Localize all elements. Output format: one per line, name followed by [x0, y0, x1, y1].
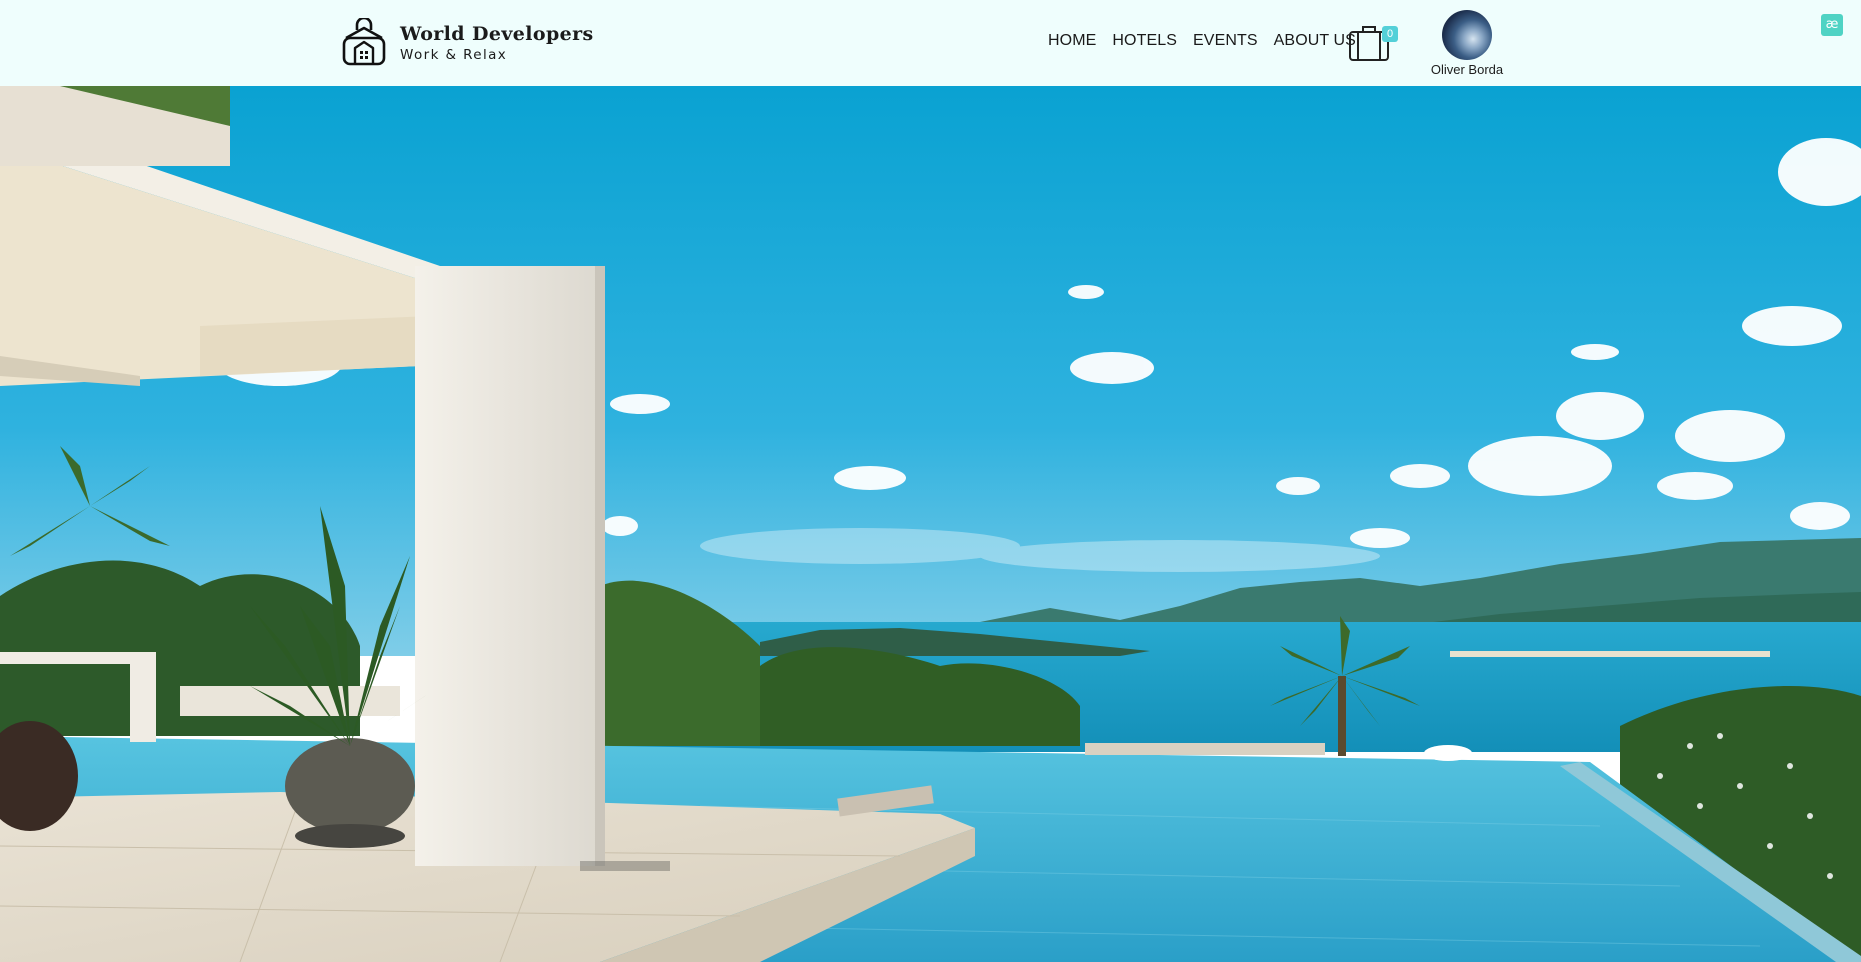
nav-hotels[interactable]: HOTELS [1112, 32, 1177, 50]
corner-logo[interactable]: æ [1821, 14, 1843, 36]
user-name: Oliver Borda [1430, 62, 1504, 77]
nav-home[interactable]: HOME [1048, 32, 1096, 50]
site-header: World Developers Work & Relax HOME HOTEL… [0, 0, 1861, 86]
main-nav: HOME HOTELS EVENTS ABOUT US [1048, 32, 1356, 50]
nav-events[interactable]: EVENTS [1193, 32, 1258, 50]
user-profile[interactable]: Oliver Borda [1425, 10, 1509, 77]
brand[interactable]: World Developers Work & Relax [340, 18, 594, 68]
hero-illustration [0, 86, 1861, 962]
brand-tagline: Work & Relax [400, 47, 508, 63]
suitcase-house-icon [342, 18, 386, 66]
brand-text: World Developers Work & Relax [400, 22, 594, 64]
cart-count-badge: 0 [1382, 26, 1398, 42]
nav-about-us[interactable]: ABOUT US [1274, 32, 1356, 50]
avatar [1442, 10, 1492, 60]
brand-title: World Developers [400, 23, 594, 45]
cart-button[interactable]: 0 [1348, 24, 1398, 62]
hero-image [0, 86, 1861, 962]
